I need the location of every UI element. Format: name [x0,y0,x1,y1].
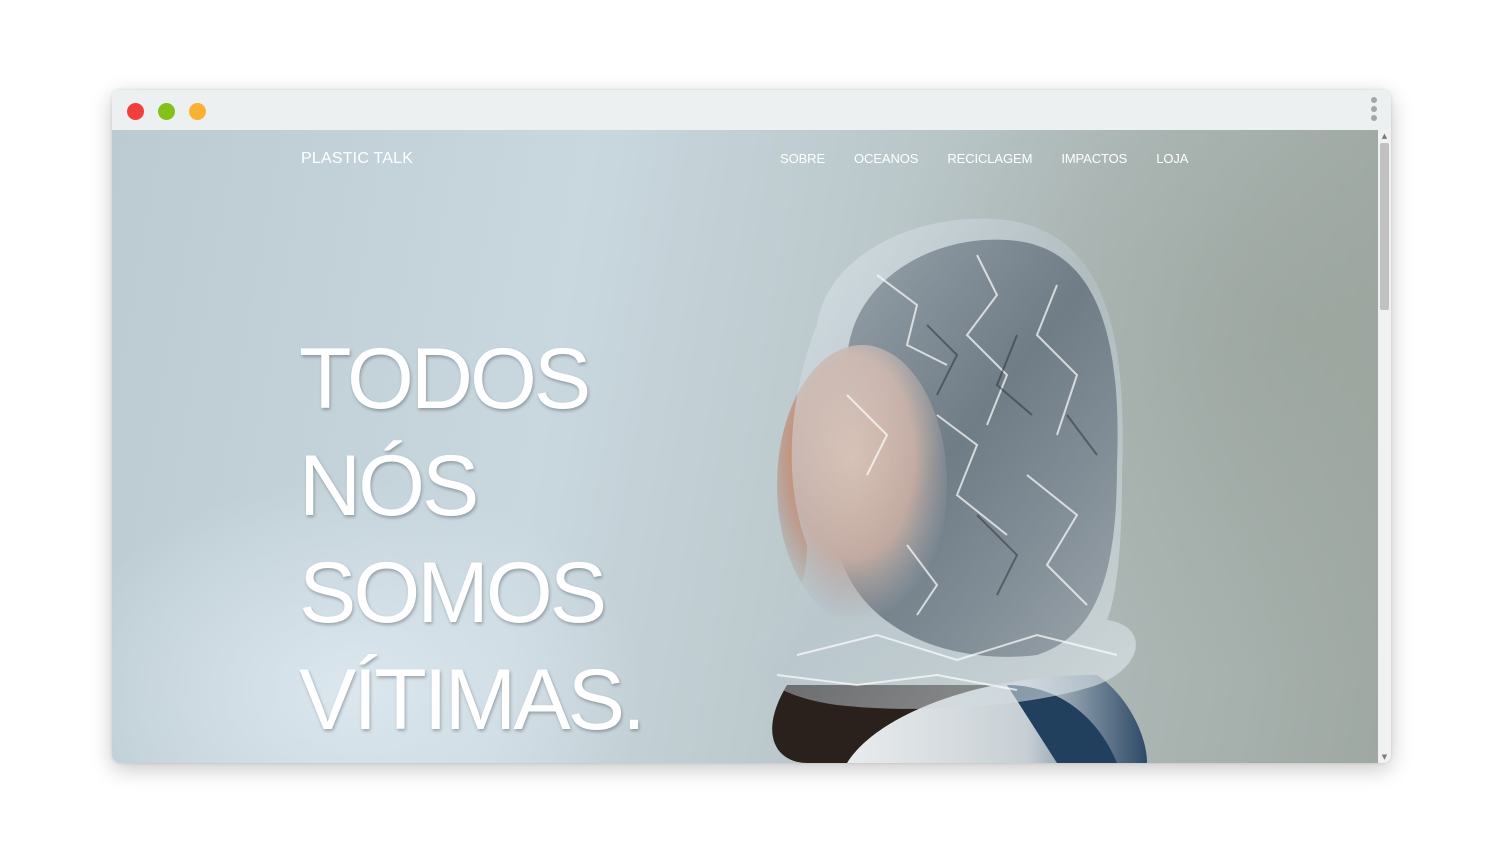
scrollbar-thumb[interactable] [1380,143,1389,310]
minimize-window-button[interactable] [158,103,175,120]
kebab-vertical-icon[interactable] [1369,97,1379,125]
triangle-up-icon[interactable]: ▲ [1378,130,1391,142]
nav-link-loja[interactable]: LOJA [1156,151,1188,166]
nav-menu: SOBRE OCEANOS RECICLAGEM IMPACTOS LOJA [780,151,1217,166]
page-viewport: PLASTIC TALK SOBRE OCEANOS RECICLAGEM IM… [112,130,1378,763]
site-logo[interactable]: PLASTIC TALK [301,150,413,168]
nav-link-oceanos[interactable]: OCEANOS [854,151,918,166]
hero-line: VÍTIMAS. [299,652,646,748]
hero-headline: TODOS NÓS SOMOS VÍTIMAS. [299,326,646,754]
vertical-scrollbar[interactable]: ▲ ▼ [1378,130,1391,763]
nav-link-reciclagem[interactable]: RECICLAGEM [947,151,1032,166]
nav-link-sobre[interactable]: SOBRE [780,151,825,166]
triangle-down-icon[interactable]: ▼ [1378,751,1391,763]
hero-line: SOMOS [299,545,607,641]
hero-line: TODOS [299,331,591,427]
hero-line: NÓS [299,438,479,534]
nav-link-impactos[interactable]: IMPACTOS [1061,151,1127,166]
hero-photo [750,218,1147,763]
browser-window: PLASTIC TALK SOBRE OCEANOS RECICLAGEM IM… [112,90,1391,763]
window-titlebar [112,90,1391,130]
maximize-window-button[interactable] [189,103,206,120]
site-nav: PLASTIC TALK SOBRE OCEANOS RECICLAGEM IM… [112,130,1378,190]
close-window-button[interactable] [127,103,144,120]
